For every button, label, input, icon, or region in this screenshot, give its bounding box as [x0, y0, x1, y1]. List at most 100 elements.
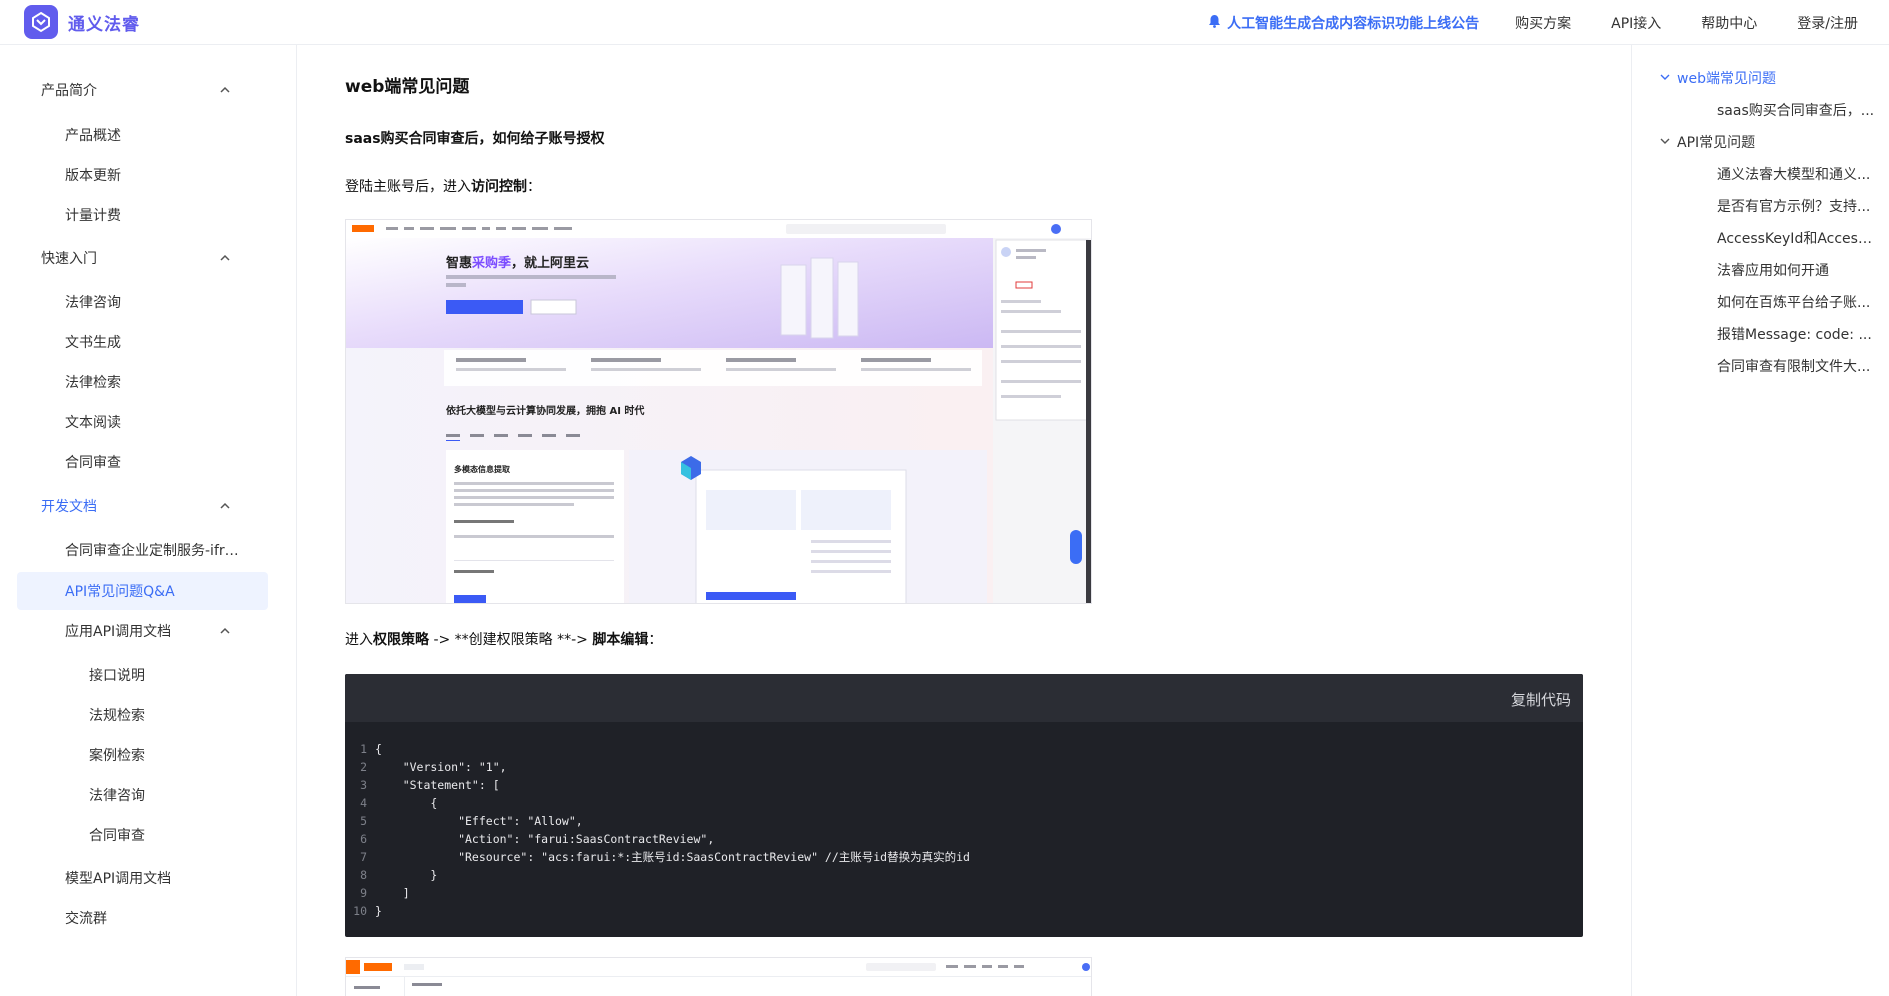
step2-prefix: 进入: [345, 632, 373, 648]
step1-text: 登陆主账号后，进入访问控制：: [345, 176, 541, 196]
code-header: 复制代码: [345, 674, 1583, 722]
toc-item-app-activate[interactable]: 法睿应用如何开通: [1717, 260, 1877, 280]
step1-suffix: ：: [527, 179, 541, 195]
sidebar-item-label: 文本阅读: [65, 415, 121, 431]
sidebar-item-community[interactable]: 交流群: [0, 899, 297, 937]
code-line: 4 {: [360, 796, 438, 810]
toc-item-file-size-limit[interactable]: 合同审查有限制文件大...: [1717, 356, 1877, 376]
code-line: 2 "Version": "1",: [360, 760, 507, 774]
section-heading: web端常见问题: [345, 77, 470, 97]
console-screenshot: 智惠采购季，就上阿里云 依托大模型与云计算协同发展，拥抱 AI 时代 多模态信息…: [345, 219, 1092, 604]
code-text: }: [375, 904, 382, 918]
sidebar-item-api-legal-consult[interactable]: 法律咨询: [0, 776, 297, 814]
code-line: 5 "Effect": "Allow",: [360, 814, 583, 828]
sidebar-item-label: 快速入门: [41, 251, 97, 267]
sidebar-group-quickstart[interactable]: 快速入门: [0, 239, 297, 277]
sidebar-item-label: 合同审查: [89, 828, 145, 844]
step2-bold1: 权限策略: [373, 632, 429, 648]
code-text: "Statement": [: [375, 778, 500, 792]
toc-item-official-sample[interactable]: 是否有官方示例？支持...: [1717, 196, 1877, 216]
toc-item-saas-auth[interactable]: saas购买合同审查后，...: [1717, 100, 1877, 120]
chevron-down-icon: [1660, 74, 1670, 80]
sidebar-item-api-faq[interactable]: API常见问题Q&A: [17, 572, 268, 610]
policy-screenshot-graphic: [346, 958, 1091, 996]
announcement-link[interactable]: 人工智能生成合成内容标识功能上线公告: [1208, 13, 1479, 33]
toc-item-error-message[interactable]: 报错Message: code: ...: [1717, 324, 1877, 344]
sidebar-item-iframe-service[interactable]: 合同审查企业定制服务-ifra...: [0, 531, 297, 569]
sidebar-item-label: 文书生成: [65, 335, 121, 351]
sidebar-item-interface[interactable]: 接口说明: [0, 656, 297, 694]
code-line: 9 ]: [360, 886, 410, 900]
sidebar-item-billing[interactable]: 计量计费: [0, 196, 297, 234]
sidebar-item-label: 合同审查企业定制服务-ifra...: [65, 543, 240, 559]
table-of-contents: web端常见问题 saas购买合同审查后，... API常见问题 通义法睿大模型…: [1631, 45, 1889, 996]
sidebar-item-doc-gen[interactable]: 文书生成: [0, 323, 297, 361]
sidebar-item-model-api[interactable]: 模型API调用文档: [0, 859, 297, 897]
code-body: 1{ 2 "Version": "1", 3 "Statement": [ 4 …: [345, 722, 1583, 920]
banner-title: 智惠采购季，就上阿里云: [446, 255, 589, 271]
sidebar-item-legal-search[interactable]: 法律检索: [0, 363, 297, 401]
brand[interactable]: 通义法睿: [24, 5, 140, 39]
chevron-up-icon: [220, 627, 230, 634]
sidebar-item-api-contract-review[interactable]: 合同审查: [0, 816, 297, 854]
sidebar-item-contract-review[interactable]: 合同审查: [0, 443, 297, 481]
sidebar-group-app-api[interactable]: 应用API调用文档: [0, 612, 297, 650]
step1-prefix: 登陆主账号后，进入: [345, 179, 471, 195]
code-text: {: [375, 742, 382, 756]
sidebar-item-label: 产品简介: [41, 83, 97, 99]
copy-code-button[interactable]: 复制代码: [1511, 689, 1571, 710]
banner-title-b: 采购季: [471, 255, 511, 271]
policy-screenshot: [345, 957, 1092, 996]
sidebar-item-label: 开发文档: [41, 499, 97, 515]
code-text: }: [375, 868, 438, 882]
sidebar-item-label: 法规检索: [89, 708, 145, 724]
toc-item-model-diff[interactable]: 通义法睿大模型和通义...: [1717, 164, 1877, 184]
sidebar-item-case-search[interactable]: 案例检索: [0, 736, 297, 774]
sidebar-item-label: 产品概述: [65, 128, 121, 144]
nav-login[interactable]: 登录/注册: [1797, 13, 1858, 33]
step2-mid: -> **创建权限策略 **->: [429, 632, 593, 648]
chevron-up-icon: [220, 86, 230, 93]
sidebar-item-text-read[interactable]: 文本阅读: [0, 403, 297, 441]
banner-title-a: 智惠: [446, 255, 472, 271]
top-bar: 通义法睿 人工智能生成合成内容标识功能上线公告 购买方案 API接入 帮助中心 …: [0, 0, 1889, 45]
sidebar-item-label: API常见问题Q&A: [65, 584, 175, 600]
banner-title-c: ，就上阿里云: [511, 255, 589, 271]
sidebar-item-label: 接口说明: [89, 668, 145, 684]
code-text: "Effect": "Allow",: [375, 814, 583, 828]
sidebar-item-updates[interactable]: 版本更新: [0, 156, 297, 194]
sidebar-item-overview[interactable]: 产品概述: [0, 116, 297, 154]
code-text: {: [375, 796, 438, 810]
toc-item-api-faq[interactable]: API常见问题: [1677, 132, 1877, 152]
sidebar-item-label: 法律检索: [65, 375, 121, 391]
sidebar-item-law-search[interactable]: 法规检索: [0, 696, 297, 734]
sidebar-item-legal-consult[interactable]: 法律咨询: [0, 283, 297, 321]
step2-suffix: ：: [648, 632, 663, 648]
code-block: 复制代码 1{ 2 "Version": "1", 3 "Statement":…: [345, 674, 1583, 937]
nav-api[interactable]: API接入: [1611, 13, 1661, 33]
code-text: "Action": "farui:SaasContractReview",: [375, 832, 715, 846]
step2-bold2: 脚本编辑: [592, 632, 649, 648]
code-line: 1{: [360, 742, 382, 756]
chevron-down-icon: [1660, 138, 1670, 144]
console-screenshot-graphic: 智惠采购季，就上阿里云 依托大模型与云计算协同发展，拥抱 AI 时代 多模态信息…: [346, 220, 1091, 603]
sidebar-item-label: 合同审查: [65, 455, 121, 471]
code-text: "Resource": "acs:farui:*:主账号id:SaasContr…: [375, 850, 970, 864]
code-text: "Version": "1",: [375, 760, 507, 774]
toc-item-accesskey[interactable]: AccessKeyId和Access...: [1717, 228, 1877, 248]
sidebar-item-label: 法律咨询: [89, 788, 145, 804]
code-line: 8 }: [360, 868, 438, 882]
banner-card-title: 多模态信息提取: [454, 464, 510, 474]
nav-purchase[interactable]: 购买方案: [1515, 13, 1571, 33]
code-line: 10}: [353, 904, 382, 918]
banner-section-title: 依托大模型与云计算协同发展，拥抱 AI 时代: [446, 404, 644, 417]
nav-help[interactable]: 帮助中心: [1701, 13, 1757, 33]
sidebar-item-label: 交流群: [65, 911, 107, 927]
sidebar-group-product[interactable]: 产品简介: [0, 71, 297, 109]
chevron-up-icon: [220, 254, 230, 261]
sidebar-item-label: 版本更新: [65, 168, 121, 184]
toc-item-bailian-subaccount[interactable]: 如何在百炼平台给子账...: [1717, 292, 1877, 312]
code-text: ]: [375, 886, 410, 900]
toc-item-web-faq[interactable]: web端常见问题: [1677, 68, 1877, 88]
sidebar-group-devdocs[interactable]: 开发文档: [0, 487, 297, 525]
